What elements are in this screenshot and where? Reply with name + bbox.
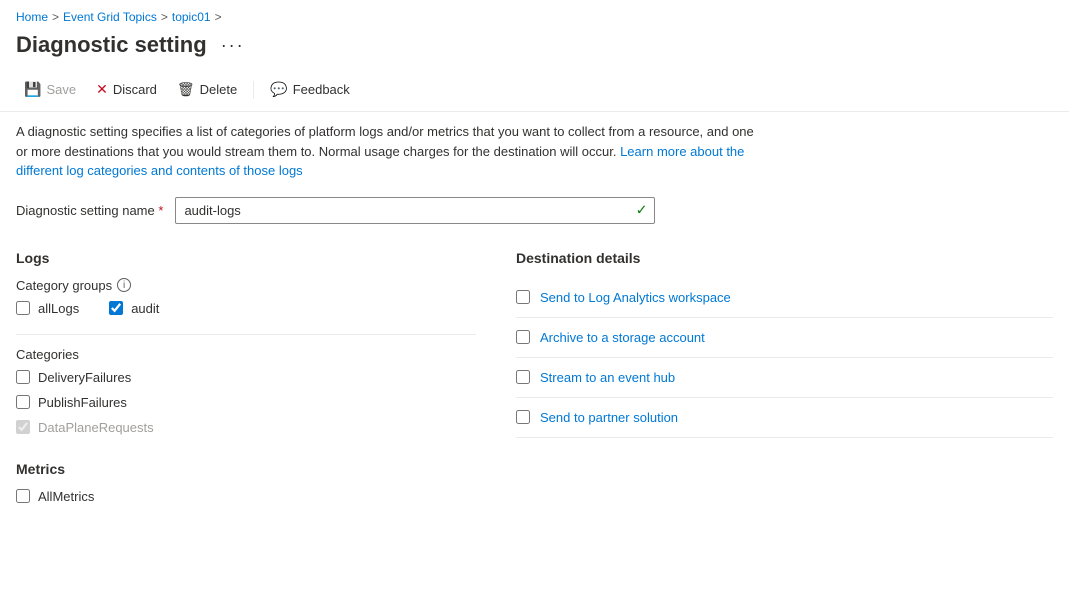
data-plane-requests-row: DataPlaneRequests [16, 420, 476, 435]
all-metrics-checkbox[interactable] [16, 489, 30, 503]
storage-account-checkbox[interactable] [516, 330, 530, 344]
logs-section-title: Logs [16, 250, 476, 266]
dest-partner-solution: Send to partner solution [516, 398, 1053, 438]
all-logs-label[interactable]: allLogs [38, 301, 79, 316]
event-hub-label[interactable]: Stream to an event hub [540, 370, 675, 385]
breadcrumb-sep3: > [215, 10, 222, 24]
ellipsis-button[interactable]: ··· [217, 33, 249, 58]
delete-button[interactable]: 🗑 Delete [169, 76, 245, 103]
input-check-icon: ✓ [636, 202, 648, 219]
feedback-icon: 💬 [270, 81, 287, 98]
destination-panel: Destination details Send to Log Analytic… [516, 250, 1053, 445]
category-groups-info-icon[interactable]: i [117, 278, 131, 292]
partner-solution-label[interactable]: Send to partner solution [540, 410, 678, 425]
publish-failures-row: PublishFailures [16, 395, 476, 410]
breadcrumb-sep2: > [161, 10, 168, 24]
all-logs-row: allLogs [16, 301, 79, 316]
event-hub-checkbox[interactable] [516, 370, 530, 384]
metrics-section: Metrics AllMetrics [0, 445, 1069, 530]
page-header: Diagnostic setting ··· [0, 28, 1069, 70]
main-content: Logs Category groups i allLogs audit Cat… [0, 250, 1069, 445]
page-title: Diagnostic setting [16, 32, 207, 58]
dest-event-hub: Stream to an event hub [516, 358, 1053, 398]
toolbar-separator [253, 81, 254, 99]
discard-button[interactable]: ✕ Discard [88, 76, 165, 103]
toolbar: 💾 Save ✕ Discard 🗑 Delete 💬 Feedback [0, 70, 1069, 112]
audit-label[interactable]: audit [131, 301, 159, 316]
categories-section: Categories DeliveryFailures PublishFailu… [16, 347, 476, 435]
data-plane-requests-checkbox [16, 420, 30, 434]
audit-row: audit [109, 301, 159, 316]
all-metrics-row: AllMetrics [16, 489, 1053, 504]
save-label: Save [46, 82, 76, 97]
feedback-label: Feedback [293, 82, 350, 97]
destination-section-title: Destination details [516, 250, 1053, 266]
breadcrumb: Home > Event Grid Topics > topic01 > [0, 0, 1069, 28]
delete-icon: 🗑 [177, 81, 195, 98]
diagnostic-name-input-wrapper: ✓ [175, 197, 655, 224]
form-section: Diagnostic setting name * ✓ [0, 187, 1069, 250]
partner-solution-checkbox[interactable] [516, 410, 530, 424]
log-analytics-checkbox[interactable] [516, 290, 530, 304]
diagnostic-name-input[interactable] [175, 197, 655, 224]
all-metrics-label[interactable]: AllMetrics [38, 489, 94, 504]
storage-account-label[interactable]: Archive to a storage account [540, 330, 705, 345]
publish-failures-label[interactable]: PublishFailures [38, 395, 127, 410]
delivery-failures-checkbox[interactable] [16, 370, 30, 384]
breadcrumb-topic01[interactable]: topic01 [172, 10, 211, 24]
metrics-section-title: Metrics [16, 461, 1053, 477]
category-groups-title: Category groups i [16, 278, 476, 293]
save-button[interactable]: 💾 Save [16, 76, 84, 103]
log-analytics-label[interactable]: Send to Log Analytics workspace [540, 290, 731, 305]
diagnostic-name-label: Diagnostic setting name * [16, 203, 163, 218]
diagnostic-name-field: Diagnostic setting name * ✓ [16, 197, 1053, 224]
discard-label: Discard [113, 82, 157, 97]
data-plane-requests-label: DataPlaneRequests [38, 420, 154, 435]
breadcrumb-home[interactable]: Home [16, 10, 48, 24]
category-groups-row: allLogs audit [16, 301, 476, 326]
delivery-failures-label[interactable]: DeliveryFailures [38, 370, 131, 385]
publish-failures-checkbox[interactable] [16, 395, 30, 409]
discard-icon: ✕ [96, 81, 108, 98]
logs-divider [16, 334, 476, 335]
breadcrumb-sep1: > [52, 10, 59, 24]
breadcrumb-event-grid-topics[interactable]: Event Grid Topics [63, 10, 157, 24]
delete-label: Delete [200, 82, 238, 97]
all-logs-checkbox[interactable] [16, 301, 30, 315]
save-icon: 💾 [24, 81, 41, 98]
required-marker: * [158, 203, 163, 218]
feedback-button[interactable]: 💬 Feedback [262, 76, 358, 103]
dest-log-analytics: Send to Log Analytics workspace [516, 278, 1053, 318]
logs-panel: Logs Category groups i allLogs audit Cat… [16, 250, 476, 445]
delivery-failures-row: DeliveryFailures [16, 370, 476, 385]
info-bar: A diagnostic setting specifies a list of… [0, 112, 780, 187]
dest-storage-account: Archive to a storage account [516, 318, 1053, 358]
categories-title: Categories [16, 347, 476, 362]
audit-checkbox[interactable] [109, 301, 123, 315]
